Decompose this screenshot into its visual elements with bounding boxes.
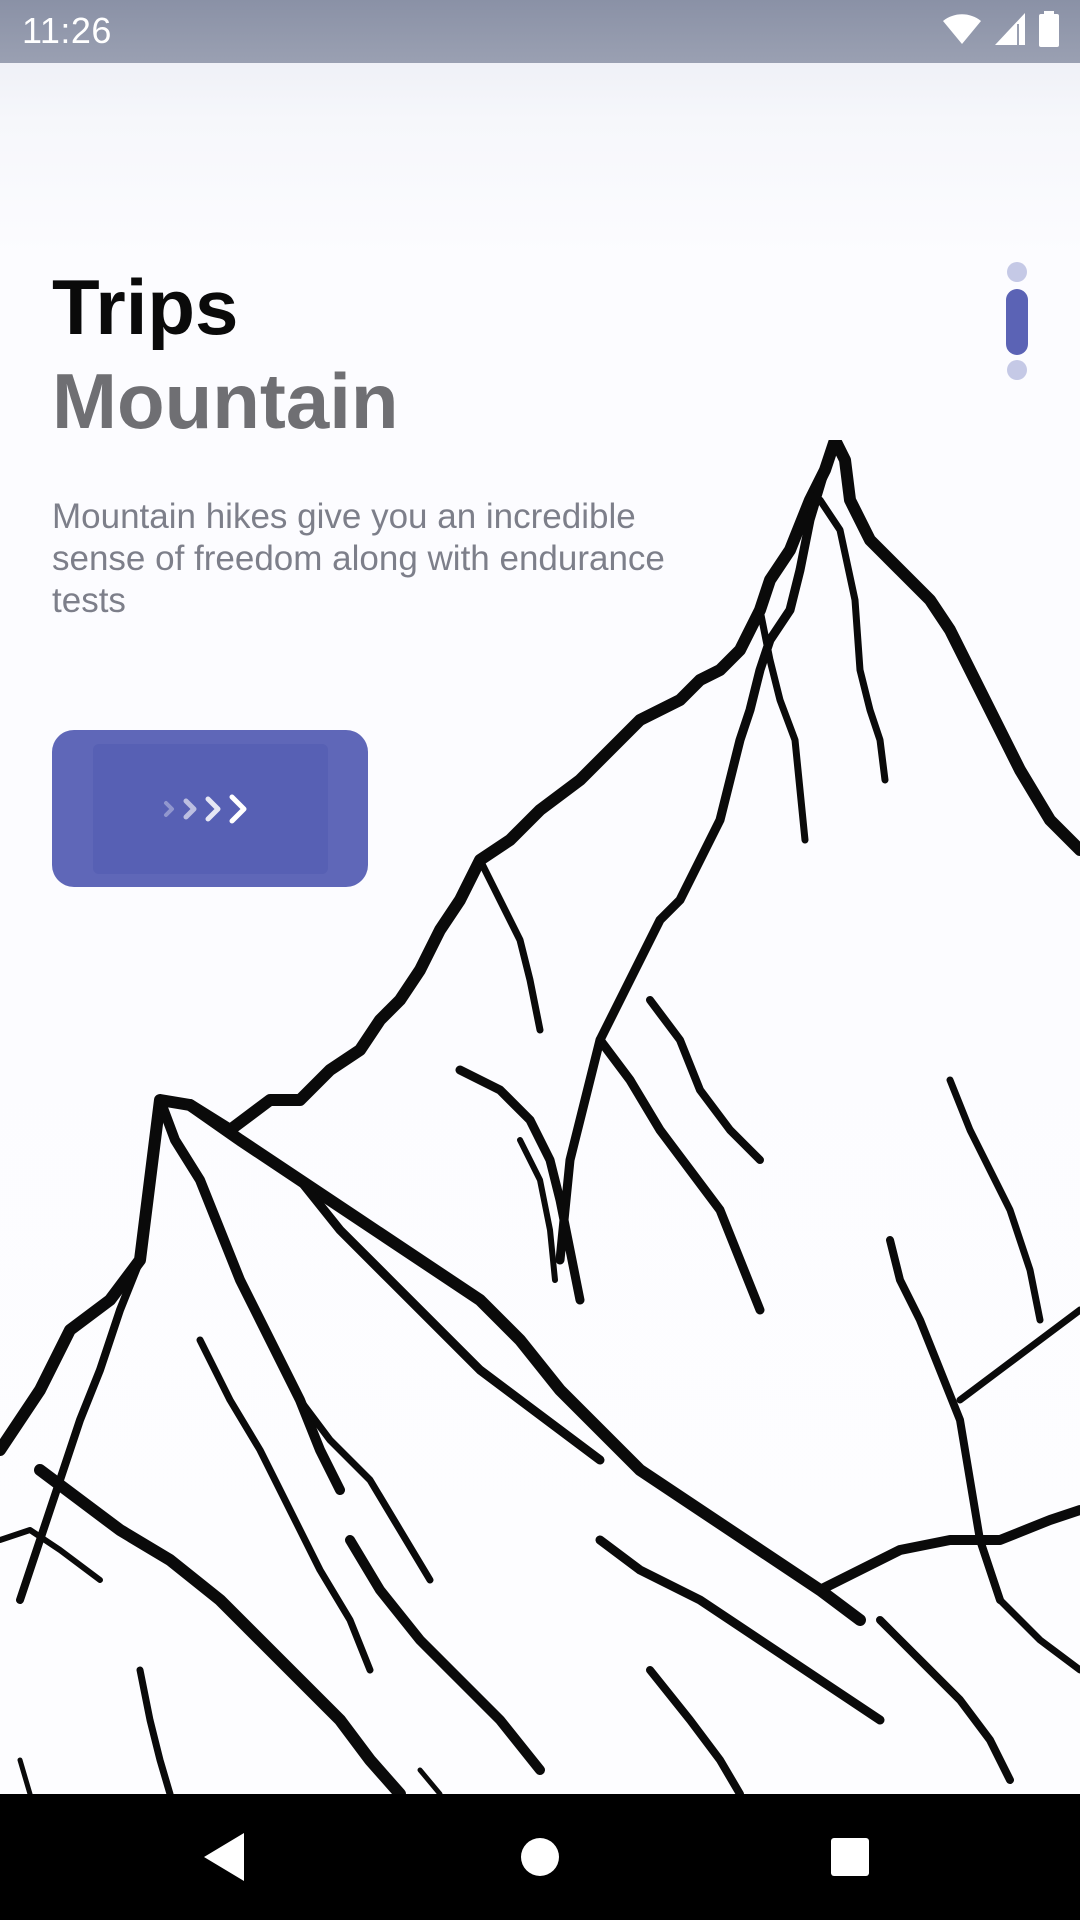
status-bar: 11:26 — [0, 0, 1080, 63]
recents-button[interactable] — [815, 1822, 885, 1892]
page-dot-2-active[interactable] — [1006, 289, 1028, 355]
back-icon — [204, 1833, 244, 1881]
next-button[interactable] — [52, 730, 368, 887]
home-icon — [521, 1838, 559, 1876]
page-dot-1[interactable] — [1007, 262, 1027, 282]
chevrons-right-icon — [164, 794, 247, 823]
page-indicator — [1006, 262, 1028, 380]
battery-icon — [1038, 10, 1060, 52]
recents-icon — [831, 1838, 869, 1876]
status-time: 11:26 — [22, 10, 112, 51]
back-button[interactable] — [190, 1822, 260, 1892]
page-title: Trips — [52, 263, 239, 351]
page-dot-3[interactable] — [1007, 360, 1027, 380]
wifi-icon — [942, 13, 982, 50]
cellular-signal-icon — [994, 12, 1026, 51]
screen: 11:26 Trips Mountain Mountain hikes give… — [0, 0, 1080, 1920]
page-subtitle: Mountain — [52, 357, 399, 445]
page-description: Mountain hikes give you an incredible se… — [52, 497, 665, 620]
mountain-illustration — [0, 440, 1080, 1794]
navigation-bar — [0, 1794, 1080, 1920]
next-button-inner — [92, 743, 328, 874]
home-button[interactable] — [505, 1822, 575, 1892]
status-icons — [942, 10, 1060, 52]
